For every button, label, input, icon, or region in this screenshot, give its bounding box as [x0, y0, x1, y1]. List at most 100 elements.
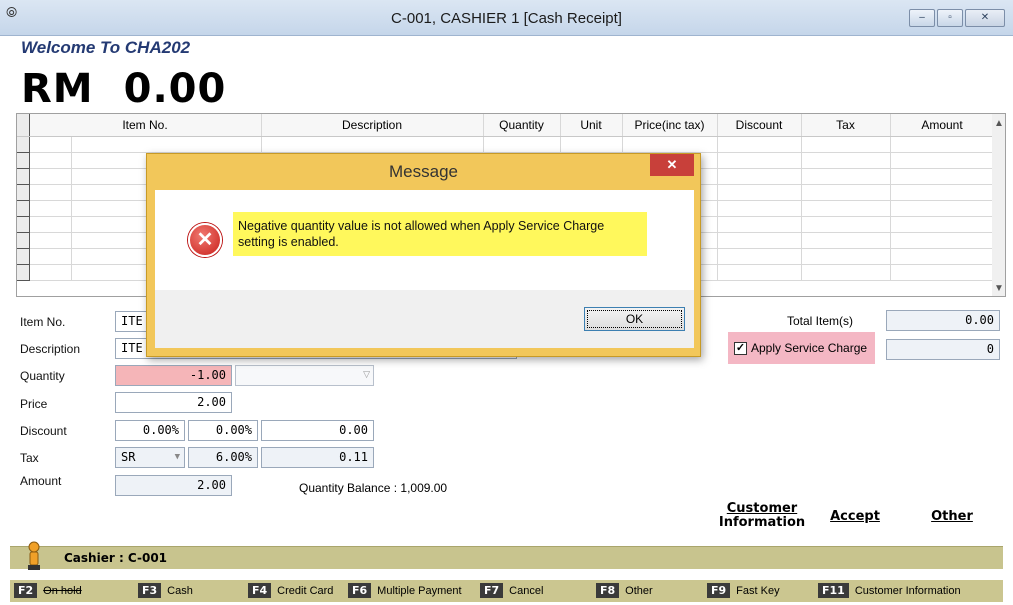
fkey-cash[interactable]: F3 Cash	[138, 583, 193, 598]
table-row[interactable]	[17, 136, 995, 153]
grid-header-tax[interactable]: Tax	[801, 114, 891, 137]
table-cell[interactable]	[801, 248, 891, 265]
amount-label: Amount	[20, 474, 62, 488]
table-cell[interactable]	[890, 248, 995, 265]
table-cell[interactable]	[717, 216, 802, 233]
close-window-button[interactable]: ✕	[965, 9, 1005, 27]
table-cell[interactable]	[717, 264, 802, 281]
table-cell[interactable]	[29, 152, 72, 169]
unit-dropdown[interactable]: ▽	[235, 365, 374, 386]
table-cell[interactable]	[801, 232, 891, 249]
service-charge-label[interactable]: Apply Service Charge	[751, 341, 867, 355]
table-cell[interactable]	[801, 168, 891, 185]
maximize-button[interactable]: ▫	[937, 9, 963, 27]
table-cell[interactable]	[801, 216, 891, 233]
grid-header-amount[interactable]: Amount	[890, 114, 995, 137]
table-cell[interactable]	[29, 200, 72, 217]
table-cell[interactable]	[717, 184, 802, 201]
minimize-button[interactable]: –	[909, 9, 935, 27]
table-cell[interactable]	[29, 184, 72, 201]
table-cell[interactable]	[890, 216, 995, 233]
table-cell[interactable]	[890, 136, 995, 153]
fkey-fast-key[interactable]: F9 Fast Key	[707, 583, 780, 598]
table-cell[interactable]	[29, 136, 72, 153]
table-cell[interactable]	[890, 264, 995, 281]
quantity-balance: Quantity Balance : 1,009.00	[299, 481, 448, 495]
table-cell[interactable]	[801, 152, 891, 169]
table-cell[interactable]	[717, 248, 802, 265]
table-cell[interactable]	[29, 264, 72, 281]
item-no-label: Item No.	[20, 315, 66, 329]
row-header[interactable]	[17, 200, 30, 217]
grid-header-unit[interactable]: Unit	[560, 114, 623, 137]
table-cell[interactable]	[890, 168, 995, 185]
discount-pct2-field[interactable]: 0.00%	[188, 420, 258, 441]
row-header[interactable]	[17, 168, 30, 185]
table-cell[interactable]	[483, 136, 561, 153]
row-header[interactable]	[17, 152, 30, 169]
table-cell[interactable]	[717, 152, 802, 169]
table-cell[interactable]	[71, 136, 262, 153]
scroll-down-icon[interactable]: ▼	[994, 283, 1004, 294]
table-cell[interactable]	[801, 200, 891, 217]
cashier-icon	[28, 541, 40, 570]
tax-amount-field: 0.11	[261, 447, 374, 468]
scroll-up-icon[interactable]: ▲	[994, 118, 1004, 129]
tax-rate-field: 6.00%	[188, 447, 258, 468]
fkey-customer-information[interactable]: F11 Customer Information	[818, 583, 961, 598]
discount-amount-field[interactable]: 0.00	[261, 420, 374, 441]
fkey-credit-card[interactable]: F4 Credit Card	[248, 583, 333, 598]
table-cell[interactable]	[890, 152, 995, 169]
table-cell[interactable]	[29, 216, 72, 233]
chevron-down-icon[interactable]: ▽	[363, 369, 370, 380]
service-charge-checkbox[interactable]: ✓ Apply Service Charge	[728, 332, 875, 364]
row-header[interactable]	[17, 216, 30, 233]
row-header[interactable]	[17, 136, 30, 153]
fkey-cancel[interactable]: F7 Cancel	[480, 583, 543, 598]
row-header[interactable]	[17, 232, 30, 249]
total-items-label: Total Item(s)	[787, 314, 854, 328]
fkey-other[interactable]: F8 Other	[596, 583, 653, 598]
grid-header-description[interactable]: Description	[261, 114, 484, 137]
table-cell[interactable]	[801, 136, 891, 153]
error-icon: ✕	[188, 223, 222, 257]
row-header[interactable]	[17, 184, 30, 201]
grid-header-discount[interactable]: Discount	[717, 114, 802, 137]
table-cell[interactable]	[261, 136, 484, 153]
grid-scrollbar[interactable]: ▲ ▼	[992, 114, 1005, 296]
checkmark-icon[interactable]: ✓	[734, 342, 747, 355]
chevron-down-icon[interactable]: ▼	[175, 448, 180, 467]
table-cell[interactable]	[890, 184, 995, 201]
ok-button[interactable]: OK	[584, 307, 685, 331]
quantity-field[interactable]: -1.00	[115, 365, 232, 386]
grid-header-price[interactable]: Price(inc tax)	[622, 114, 718, 137]
table-cell[interactable]	[801, 184, 891, 201]
dialog-close-button[interactable]: ✕	[650, 154, 694, 176]
customer-information-button[interactable]: Customer Information	[714, 502, 810, 530]
table-cell[interactable]	[717, 200, 802, 217]
accept-button[interactable]: Accept	[820, 510, 890, 524]
table-cell[interactable]	[560, 136, 623, 153]
fkey-multiple-payment[interactable]: F6 Multiple Payment	[348, 583, 462, 598]
table-cell[interactable]	[29, 168, 72, 185]
other-button[interactable]: Other	[917, 510, 987, 524]
table-cell[interactable]	[717, 168, 802, 185]
table-cell[interactable]	[29, 232, 72, 249]
table-cell[interactable]	[801, 264, 891, 281]
row-header[interactable]	[17, 264, 30, 281]
fkey-on-hold[interactable]: F2 On hold	[14, 583, 82, 598]
price-field[interactable]: 2.00	[115, 392, 232, 413]
table-cell[interactable]	[890, 200, 995, 217]
title-bar: ⦾ C-001, CASHIER 1 [Cash Receipt] – ▫ ✕	[0, 0, 1013, 36]
table-cell[interactable]	[717, 136, 802, 153]
row-header[interactable]	[17, 248, 30, 265]
grid-header-quantity[interactable]: Quantity	[483, 114, 561, 137]
grid-header-item-no[interactable]: Item No.	[29, 114, 262, 137]
tax-code-dropdown[interactable]: SR ▼	[115, 447, 185, 468]
window-title: C-001, CASHIER 1 [Cash Receipt]	[391, 10, 622, 27]
table-cell[interactable]	[717, 232, 802, 249]
table-cell[interactable]	[890, 232, 995, 249]
discount-pct1-field[interactable]: 0.00%	[115, 420, 185, 441]
table-cell[interactable]	[29, 248, 72, 265]
table-cell[interactable]	[622, 136, 718, 153]
